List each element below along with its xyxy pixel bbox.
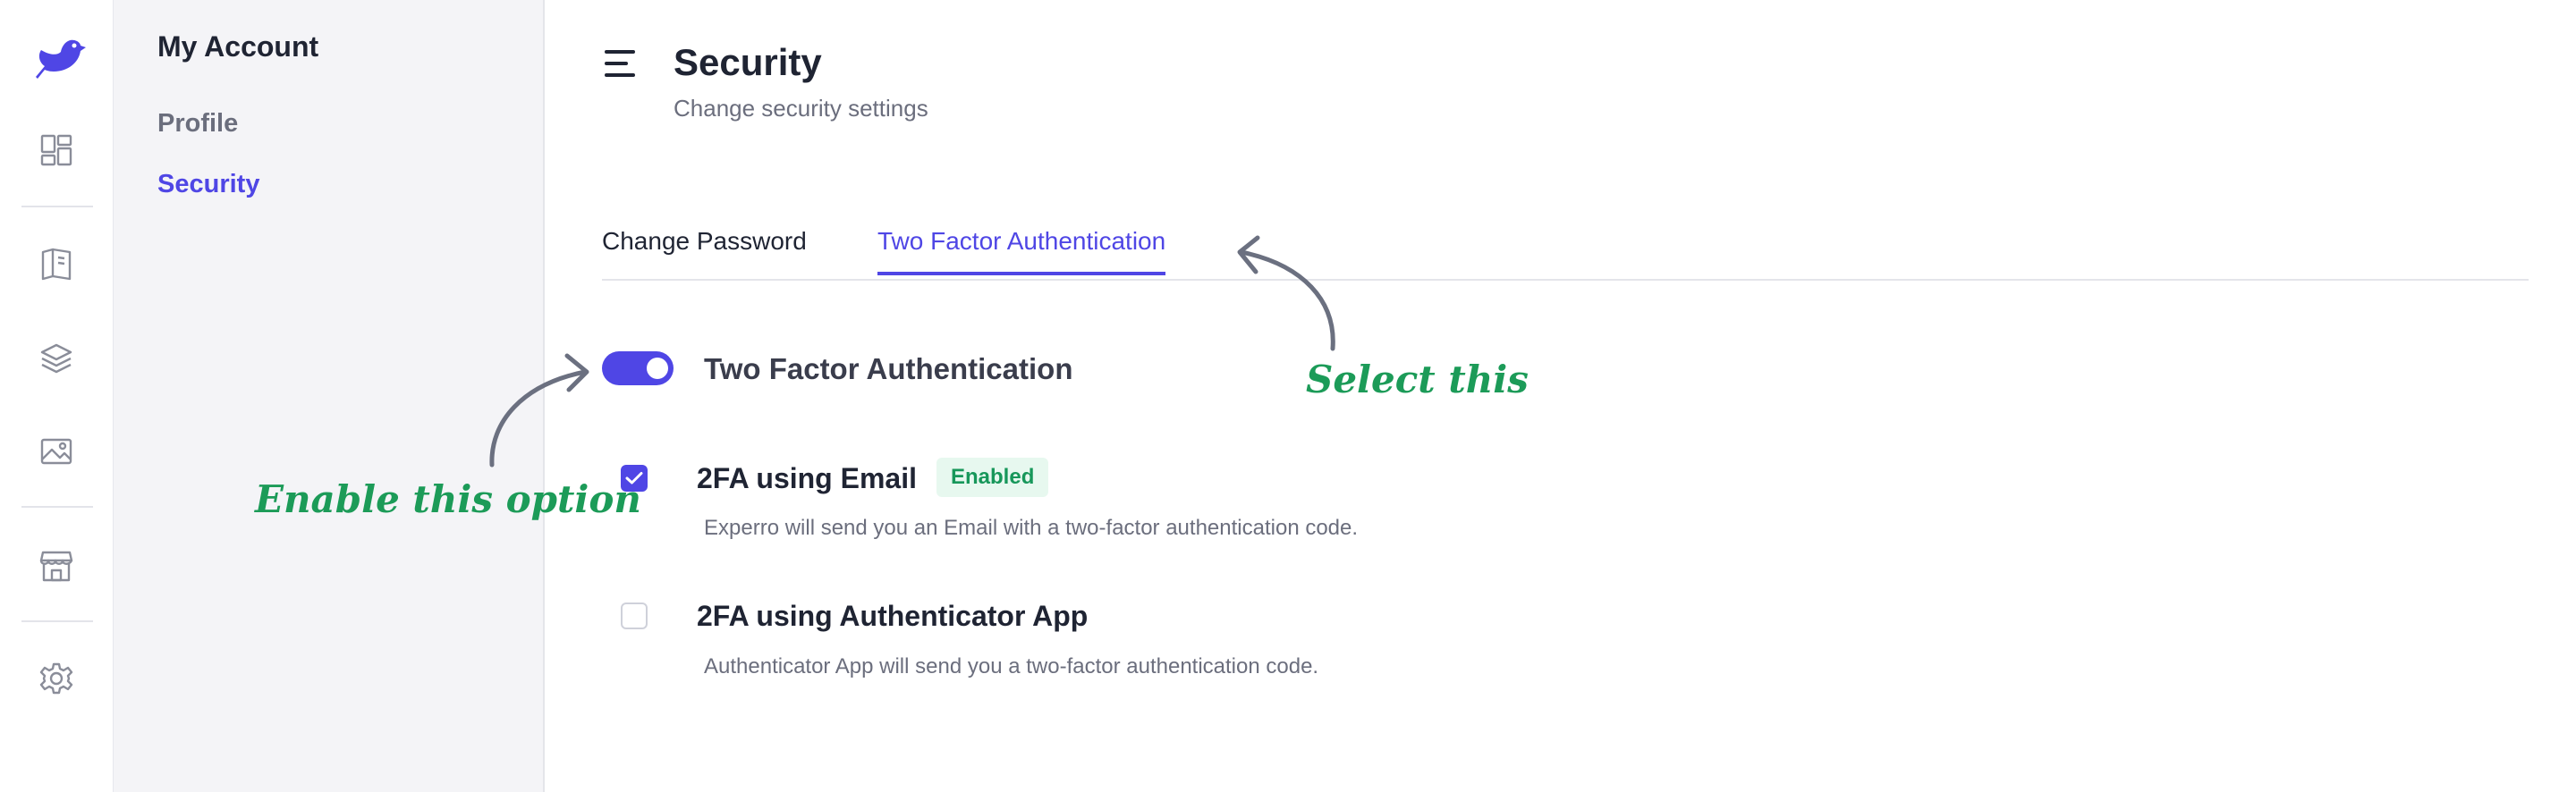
layers-icon[interactable] — [36, 338, 77, 379]
account-sidebar: My Account Profile Security — [114, 0, 545, 792]
authenticator-app-description: Authenticator App will send you a two-fa… — [704, 654, 1319, 678]
select-annotation: Select this — [1306, 358, 1529, 401]
tab-change-password[interactable]: Change Password — [602, 227, 807, 272]
store-icon[interactable] — [36, 545, 77, 586]
authenticator-app-label: 2FA using Authenticator App — [697, 600, 1089, 632]
rail-divider — [21, 506, 93, 508]
dashboard-icon[interactable] — [36, 130, 77, 171]
sidebar-item-profile[interactable]: Profile — [157, 109, 238, 139]
email-2fa-label: 2FA using Email — [697, 462, 917, 494]
two-factor-toggle[interactable] — [602, 351, 674, 385]
page-subtitle: Change security settings — [674, 95, 928, 122]
tab-bar: Change Password Two Factor Authenticatio… — [602, 223, 2529, 281]
menu-icon[interactable] — [605, 50, 644, 79]
rail-divider — [21, 206, 93, 207]
status-badge: Enabled — [936, 458, 1049, 497]
page-title: Security — [674, 41, 822, 83]
enable-annotation: Enable this option — [255, 477, 641, 521]
icon-rail — [0, 0, 114, 792]
sidebar-heading: My Account — [157, 30, 319, 63]
authenticator-app-checkbox[interactable] — [621, 602, 648, 629]
image-icon[interactable] — [36, 431, 77, 472]
tab-two-factor-authentication[interactable]: Two Factor Authentication — [877, 227, 1166, 275]
rail-divider — [21, 620, 93, 622]
gear-icon[interactable] — [36, 658, 77, 699]
two-factor-toggle-label: Two Factor Authentication — [704, 352, 1073, 385]
main-content: Security Change security settings Change… — [545, 0, 2576, 792]
sidebar-item-security[interactable]: Security — [157, 170, 259, 199]
bird-logo-icon[interactable] — [27, 32, 86, 84]
email-2fa-description: Experro will send you an Email with a tw… — [704, 516, 1359, 540]
book-icon[interactable] — [36, 243, 77, 284]
toggle-knob — [647, 358, 668, 379]
